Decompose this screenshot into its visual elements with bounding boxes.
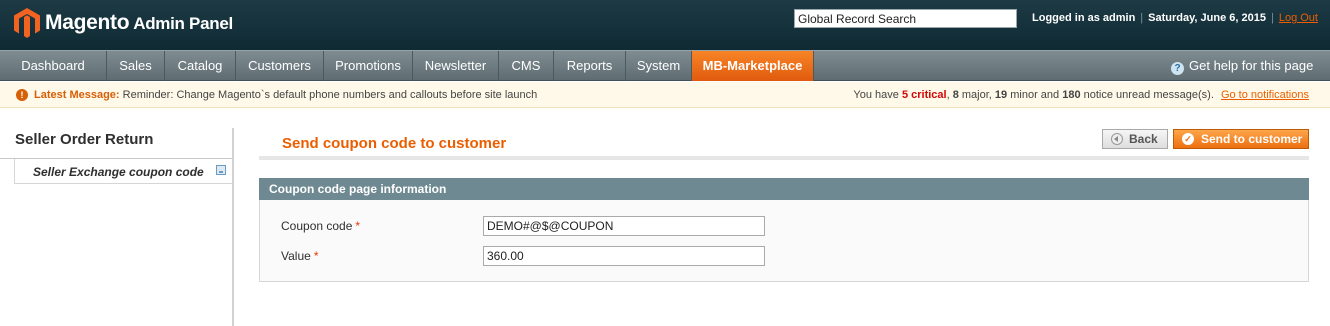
nav-item-promotions[interactable]: Promotions [324, 51, 413, 81]
required-marker: * [355, 219, 361, 233]
nav-item-mb-marketplace[interactable]: MB-Marketplace [692, 51, 814, 81]
nav-item-cms[interactable]: CMS [499, 51, 554, 81]
sidebar-border [232, 128, 234, 326]
page-title: Send coupon code to customer [282, 135, 507, 152]
nav-item-reports[interactable]: Reports [554, 51, 626, 81]
coupon-code-label-text: Coupon code [281, 219, 353, 233]
nav-item-system[interactable]: System [626, 51, 692, 81]
magento-logo-icon[interactable] [14, 8, 40, 38]
sidebar-item-label: Seller Exchange coupon code [33, 165, 204, 179]
back-arrow-icon [1111, 133, 1123, 145]
notice-count: 180 [1062, 89, 1081, 101]
go-to-notifications-link[interactable]: Go to notifications [1221, 89, 1309, 101]
current-date: Saturday, June 6, 2015 [1148, 12, 1266, 24]
logout-link[interactable]: Log Out [1279, 12, 1318, 24]
sidebar-item-seller-exchange-coupon-code[interactable]: Seller Exchange coupon code [14, 159, 233, 184]
main-nav: Dashboard Sales Catalog Customers Promot… [0, 50, 1330, 81]
required-marker: * [313, 249, 319, 263]
nav-item-customers[interactable]: Customers [236, 51, 324, 81]
value-input[interactable] [483, 246, 765, 266]
critical-count: 5 critical [901, 89, 947, 101]
notification-summary: You have 5 critical, 8 major, 19 minor a… [853, 89, 1309, 101]
divider [259, 156, 1309, 160]
latest-message: Latest Message: Reminder: Change Magento… [34, 89, 537, 101]
alert-icon: ! [16, 89, 28, 101]
fieldset-body [259, 200, 1309, 282]
back-button-label: Back [1129, 132, 1158, 146]
minor-suffix: minor and [1010, 89, 1060, 101]
help-link[interactable]: ? Get help for this page [1171, 51, 1313, 81]
separator: | [1140, 12, 1144, 24]
nav-item-sales[interactable]: Sales [107, 51, 165, 81]
back-button[interactable]: Back [1102, 129, 1168, 149]
header-user-info: Logged in as admin | Saturday, June 6, 201… [1032, 12, 1318, 24]
send-to-customer-button[interactable]: ✓ Send to customer [1173, 129, 1309, 149]
nav-item-catalog[interactable]: Catalog [165, 51, 236, 81]
separator: | [1270, 12, 1274, 24]
global-search-input[interactable] [794, 9, 1017, 28]
value-label: Value * [281, 249, 318, 263]
minor-count: 19 [994, 89, 1008, 101]
send-button-label: Send to customer [1201, 132, 1303, 146]
logged-in-text: Logged in as admin [1032, 12, 1136, 24]
notice-suffix: notice unread message(s). [1083, 89, 1214, 101]
fieldset-header: Coupon code page information [259, 178, 1309, 200]
major-suffix: major, [961, 89, 992, 101]
header: MagentoAdmin Panel Logged in as admin | Sa… [0, 0, 1330, 50]
message-bar: ! Latest Message: Reminder: Change Magen… [0, 82, 1330, 108]
brand-name: Magento [45, 11, 130, 34]
notification-prefix: You have [853, 89, 899, 101]
brand-subtitle: Admin Panel [133, 14, 233, 33]
coupon-code-label: Coupon code * [281, 219, 360, 233]
help-icon: ? [1171, 62, 1184, 75]
major-count: 8 [952, 89, 959, 101]
nav-item-dashboard[interactable]: Dashboard [0, 51, 107, 81]
latest-message-label: Latest Message: [34, 89, 120, 101]
tab-changed-icon [216, 165, 226, 175]
coupon-code-input[interactable] [483, 216, 765, 236]
help-link-label: Get help for this page [1189, 58, 1314, 73]
sidebar-title: Seller Order Return [15, 131, 154, 148]
checkmark-icon: ✓ [1182, 133, 1194, 145]
value-label-text: Value [281, 249, 311, 263]
nav-item-newsletter[interactable]: Newsletter [413, 51, 499, 81]
latest-message-text: Reminder: Change Magento`s default phone… [122, 89, 538, 101]
brand-title: Magento Admin Panel [45, 11, 233, 35]
